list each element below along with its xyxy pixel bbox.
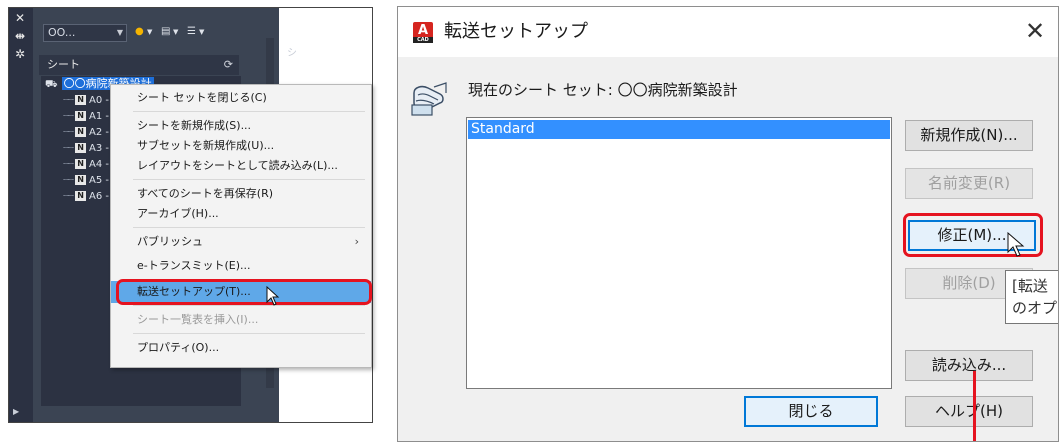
- mouse-cursor-icon: [1007, 232, 1025, 257]
- menu-item-properties[interactable]: プロパティ(O)...: [111, 337, 371, 359]
- sheet-set-icon[interactable]: ●: [135, 26, 144, 37]
- menu-item-resave-all[interactable]: すべてのシートを再保存(R): [111, 183, 371, 205]
- menu-item-transmittal-setups[interactable]: 転送セットアップ(T)...: [111, 281, 371, 303]
- sheet-icon: N: [75, 191, 87, 201]
- menu-item-archive[interactable]: アーカイブ(H)...: [111, 203, 371, 225]
- menu-separator: [133, 227, 365, 228]
- new-button[interactable]: 新規作成(N)...: [905, 120, 1033, 151]
- sheet-icon: N: [75, 175, 87, 185]
- chevron-down-icon[interactable]: ▼: [173, 28, 178, 36]
- import-button[interactable]: 読み込み...: [905, 350, 1033, 381]
- help-button[interactable]: ヘルプ(H): [905, 396, 1033, 427]
- sheet-icon: N: [75, 143, 87, 153]
- mouse-cursor-icon: [266, 286, 280, 306]
- tree-item-label: A4 -: [89, 159, 110, 170]
- tree-item-label: A3 -: [89, 143, 110, 154]
- collapse-icon[interactable]: ⇹: [15, 30, 25, 42]
- list-item[interactable]: Standard: [468, 120, 890, 139]
- tree-item-label: A1 -: [89, 111, 110, 122]
- menu-separator: [133, 179, 365, 180]
- tree-item-label: A5 -: [89, 175, 110, 186]
- palette-side-bar: ✕ ⇹ ✲: [9, 8, 33, 422]
- tree-item[interactable]: ┄┄ N A5 -: [63, 174, 109, 188]
- list-icon[interactable]: ☰: [187, 26, 196, 37]
- chevron-down-icon[interactable]: ▼: [147, 28, 152, 36]
- logo-letter: A: [417, 23, 429, 38]
- current-sheet-set-label: 現在のシート セット: 〇〇病院新築設計: [468, 81, 738, 99]
- menu-separator: [133, 111, 365, 112]
- tree-item[interactable]: ┄┄ N A0 -: [63, 94, 109, 108]
- tree-item[interactable]: ┄┄ N A4 -: [63, 158, 109, 172]
- menu-item-insert-sheet-list[interactable]: シート一覧表を挿入(I)...: [111, 309, 371, 331]
- transmittal-setups-dialog: A CAD 転送セットアップ ✕ 現在のシート セット: 〇〇病院新築設計 St…: [397, 6, 1059, 442]
- menu-separator: [133, 305, 365, 306]
- properties-icon[interactable]: ✲: [15, 48, 25, 60]
- close-button[interactable]: 閉じる: [744, 396, 878, 427]
- tooltip-line: のオプ: [1012, 299, 1058, 317]
- tree-item[interactable]: ┄┄ N A1 -: [63, 110, 109, 124]
- tree-item-label: A6 -: [89, 191, 110, 202]
- expand-triangle-icon[interactable]: ▶: [13, 407, 19, 416]
- sheet-set-node-icon: ⛟: [45, 79, 58, 90]
- dialog-title-bar: A CAD 転送セットアップ ✕: [398, 7, 1058, 57]
- menu-item-new-subset[interactable]: サブセットを新規作成(U)...: [111, 135, 371, 157]
- sheet-icon: N: [75, 127, 87, 137]
- menu-item-publish[interactable]: パブリッシュ ›: [111, 231, 371, 253]
- menu-item-import-layout[interactable]: レイアウトをシートとして読み込み(L)...: [111, 155, 371, 177]
- submenu-arrow-icon: ›: [354, 235, 359, 248]
- callout-line: [973, 371, 976, 441]
- tree-item-label: A0 -: [89, 95, 110, 106]
- logo-sub: CAD: [413, 37, 433, 43]
- sheet-set-combo[interactable]: OO... ▼: [43, 24, 127, 42]
- menu-item-etransmit[interactable]: e-トランスミット(E)...: [111, 255, 371, 277]
- close-icon[interactable]: ✕: [15, 12, 25, 24]
- sheet-list-header: シート ⟳: [39, 55, 239, 75]
- tooltip: [転送 のオプ: [1005, 270, 1058, 324]
- tree-item-label: A2 -: [89, 127, 110, 138]
- refresh-icon[interactable]: ⟳: [224, 55, 233, 75]
- menu-separator: [133, 333, 365, 334]
- publish-icon[interactable]: ▤: [161, 26, 170, 37]
- autocad-logo-icon: A CAD: [413, 22, 433, 43]
- tree-item[interactable]: ┄┄ N A6 -: [63, 190, 109, 204]
- palette-toolbar: OO... ▼ ● ▼ ▤ ▼ ☰ ▼: [37, 22, 277, 44]
- menu-item-close-sheet-set[interactable]: シート セットを閉じる(C): [111, 87, 371, 109]
- context-menu: シート セットを閉じる(C) シートを新規作成(S)... サブセットを新規作成…: [110, 84, 372, 368]
- sheet-set-combo-value: OO...: [48, 26, 76, 39]
- sheet-icon: N: [75, 111, 87, 121]
- menu-item-publish-label: パブリッシュ: [137, 235, 203, 248]
- vertical-tab-label: シ: [287, 48, 297, 59]
- transmittal-setup-list[interactable]: Standard: [466, 117, 892, 389]
- menu-item-new-sheet[interactable]: シートを新規作成(S)...: [111, 115, 371, 137]
- tree-item[interactable]: ┄┄ N A3 -: [63, 142, 109, 156]
- close-icon[interactable]: ✕: [1022, 17, 1048, 45]
- tooltip-line: [転送: [1012, 277, 1048, 295]
- rename-button[interactable]: 名前変更(R): [905, 168, 1033, 199]
- dialog-title: 転送セットアップ: [444, 21, 588, 42]
- chevron-down-icon[interactable]: ▼: [199, 28, 204, 36]
- sheet-list-header-label: シート: [47, 58, 80, 71]
- sheet-icon: N: [75, 159, 87, 169]
- sheet-icon: N: [75, 95, 87, 105]
- sheet-set-icon: [411, 82, 447, 116]
- chevron-down-icon: ▼: [116, 28, 123, 37]
- tree-item[interactable]: ┄┄ N A2 -: [63, 126, 109, 140]
